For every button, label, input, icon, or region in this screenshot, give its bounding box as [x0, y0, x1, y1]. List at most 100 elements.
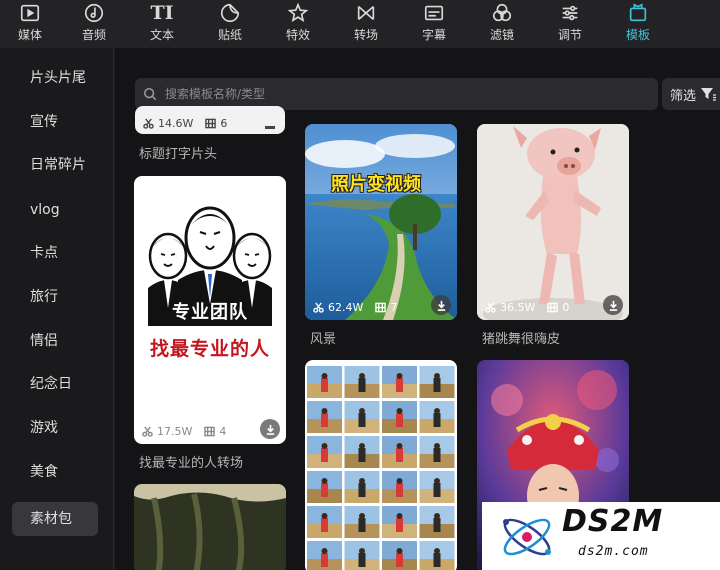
- scissors-icon: [143, 118, 154, 129]
- grid-thumbnail: [419, 506, 455, 538]
- clips-icon: [375, 302, 387, 313]
- template-caption-professional-team: 找最专业的人转场: [139, 456, 244, 471]
- usage-count: 14.6W: [158, 117, 194, 130]
- tool-subtitle[interactable]: 字幕: [400, 0, 468, 48]
- grid-thumbnail: [382, 401, 417, 433]
- transition-icon: [357, 5, 375, 21]
- tool-media[interactable]: 媒体: [0, 0, 60, 48]
- text-icon: TI: [150, 2, 174, 24]
- tool-filter-label: 滤镜: [489, 28, 514, 42]
- template-card-scenery[interactable]: 照片变视频 62.4W 7: [305, 124, 457, 320]
- filter-button[interactable]: 筛选: [662, 78, 720, 110]
- tool-audio[interactable]: 音频: [60, 0, 128, 48]
- search-input[interactable]: [165, 87, 645, 101]
- template-browser: 筛选 14.6W 6 标题打字片头: [115, 48, 720, 570]
- tool-sticker-label: 贴纸: [217, 28, 242, 42]
- tool-sticker[interactable]: 贴纸: [196, 0, 264, 48]
- sidebar-item-promo[interactable]: 宣传: [12, 105, 98, 139]
- clip-count: 0: [562, 301, 570, 314]
- clips-icon: [547, 302, 559, 313]
- scenery-overlay-text: 照片变视频: [331, 174, 421, 195]
- template-icon: [629, 3, 647, 22]
- tool-media-label: 媒体: [17, 28, 42, 42]
- tool-transition-label: 转场: [353, 28, 378, 42]
- download-button[interactable]: [603, 295, 623, 315]
- sidebar-item-travel[interactable]: 旅行: [12, 280, 98, 314]
- sidebar-item-daily[interactable]: 日常碎片: [12, 148, 98, 182]
- search-icon: [143, 87, 157, 101]
- scissors-icon: [313, 302, 324, 313]
- adjust-icon: [562, 5, 578, 21]
- grid-thumbnail: [382, 506, 417, 538]
- grid-thumbnail: [344, 541, 380, 570]
- tool-audio-label: 音频: [81, 28, 106, 42]
- tool-template[interactable]: 模板: [604, 0, 672, 48]
- clips-icon: [204, 426, 216, 437]
- sidebar-item-material-pack[interactable]: 素材包: [12, 502, 98, 536]
- usage-count: 36.5W: [500, 301, 536, 314]
- template-caption-scenery: 风景: [310, 332, 337, 347]
- pig-image: [477, 124, 629, 320]
- grid-thumbnail: [382, 366, 417, 398]
- clip-count: 6: [220, 117, 228, 130]
- grid-thumbnail: [344, 506, 380, 538]
- grid-thumbnail: [307, 541, 342, 570]
- watermark-logo: DS2M ds2m.com: [482, 502, 720, 570]
- scissors-icon: [485, 302, 496, 313]
- tool-template-label: 模板: [625, 28, 650, 42]
- download-icon: [437, 300, 445, 311]
- scissors-icon: [142, 426, 153, 437]
- grid-thumbnail: [419, 541, 455, 570]
- tool-filter[interactable]: 滤镜: [468, 0, 536, 48]
- template-card-meta: 36.5W 0: [485, 301, 569, 314]
- tool-effects[interactable]: 特效: [264, 0, 332, 48]
- grid-thumbnail: [307, 401, 342, 433]
- tool-text[interactable]: TI 文本: [128, 0, 196, 48]
- download-button[interactable]: [431, 295, 451, 315]
- sidebar-item-vlog[interactable]: vlog: [12, 193, 98, 227]
- team-slogan-text: 找最专业的人: [150, 338, 271, 360]
- template-card-title-typing[interactable]: 14.6W 6: [135, 106, 285, 134]
- top-toolbar: 媒体 音频 TI 文本 贴纸 特效 转场 字幕 滤镜 调节 模板: [0, 0, 720, 48]
- download-button[interactable]: [260, 419, 280, 439]
- template-card-professional-team[interactable]: 专业团队 找最专业的人 17.5W 4: [134, 176, 286, 444]
- grid-thumbnail: [344, 471, 380, 503]
- grid-thumbnail: [307, 471, 342, 503]
- grid-thumbnail: [382, 471, 417, 503]
- audio-icon: [84, 3, 104, 23]
- sidebar-item-anniversary[interactable]: 纪念日: [12, 367, 98, 401]
- sidebar-item-couple[interactable]: 情侣: [12, 324, 98, 358]
- tool-adjust-label: 调节: [557, 28, 582, 42]
- template-caption-pig: 猪跳舞很嗨皮: [482, 332, 561, 347]
- template-card-curtain[interactable]: [134, 484, 286, 570]
- category-sidebar: 片头片尾 宣传 日常碎片 vlog 卡点 旅行 情侣 纪念日 游戏 美食 素材包: [0, 48, 114, 570]
- download-icon: [266, 424, 274, 435]
- sidebar-item-beat[interactable]: 卡点: [12, 236, 98, 270]
- filter-icon: [492, 3, 512, 22]
- usage-count: 62.4W: [328, 301, 364, 314]
- clip-count: 7: [390, 301, 398, 314]
- grid-thumbnail: [419, 436, 455, 468]
- photo-grid-image: [307, 366, 455, 570]
- tool-adjust[interactable]: 调节: [536, 0, 604, 48]
- subtitle-icon: [424, 5, 444, 21]
- grid-thumbnail: [344, 366, 380, 398]
- clip-count: 4: [219, 425, 227, 438]
- grid-thumbnail: [382, 436, 417, 468]
- grid-thumbnail: [344, 401, 380, 433]
- tool-transition[interactable]: 转场: [332, 0, 400, 48]
- sticker-icon: [220, 3, 240, 23]
- tool-subtitle-label: 字幕: [421, 28, 446, 42]
- grid-thumbnail: [344, 436, 380, 468]
- sidebar-item-game[interactable]: 游戏: [12, 411, 98, 445]
- download-icon: [609, 300, 617, 311]
- sidebar-item-food[interactable]: 美食: [12, 455, 98, 489]
- scenery-image: [305, 124, 457, 320]
- tool-text-label: 文本: [149, 28, 174, 42]
- grid-thumbnail: [419, 401, 455, 433]
- template-card-pig[interactable]: 36.5W 0: [477, 124, 629, 320]
- grid-thumbnail: [307, 506, 342, 538]
- download-icon[interactable]: [265, 126, 275, 129]
- template-card-photo-grid[interactable]: [305, 360, 457, 570]
- sidebar-item-intro-outro[interactable]: 片头片尾: [12, 61, 98, 95]
